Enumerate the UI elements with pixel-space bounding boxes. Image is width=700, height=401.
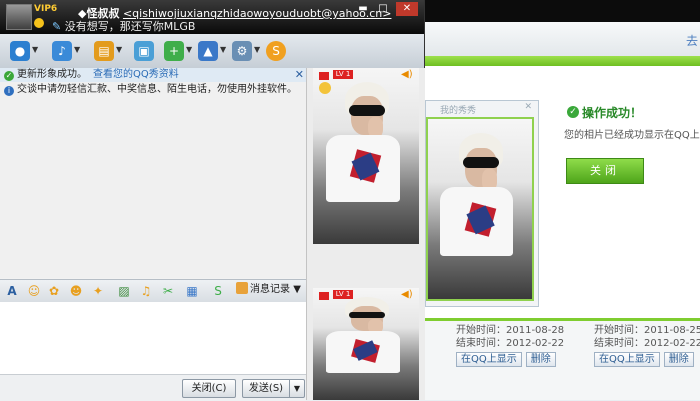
signature-icon: ✎ [52, 20, 62, 33]
music-icon[interactable]: ♫ [138, 283, 154, 299]
video-call-icon: ● [10, 41, 30, 61]
close-icon: ✕ [524, 102, 532, 112]
qq-show-panel: LV 1 ◀) LV 1 ◀) [306, 68, 425, 400]
chat-toolbar: ● ▼ ♪ ▼ ▤ ▼ ▣ + ▼ ▲ ▼ ⚙ ▼ S [0, 34, 424, 69]
close-icon[interactable]: ✕ [396, 2, 418, 16]
info-icon: i [4, 86, 14, 96]
success-panel: ✓ 操作成功！ 您的相片已经成功显示在QQ上! 关闭 [562, 100, 700, 210]
app-tools-button[interactable]: ▲ ▼ [196, 40, 230, 62]
speaker-icon[interactable]: ◀) [401, 290, 413, 300]
soso-icon: S [266, 41, 286, 61]
screenshot-icon[interactable]: ✂ [160, 283, 176, 299]
emoticon-icon[interactable]: ☺ [26, 283, 42, 299]
chevron-down-icon[interactable]: ▼ [220, 45, 226, 54]
soso-button[interactable]: S [264, 40, 298, 62]
crown-icon [34, 18, 44, 28]
hat-icon [319, 292, 329, 300]
qq-chat-window: VIP6 ◆怪叔叔 <qishiwojiuxianqzhidaowoyouduo… [0, 0, 425, 401]
voice-call-button[interactable]: ♪ ▼ [50, 40, 84, 62]
font-icon[interactable]: A [4, 283, 20, 299]
success-description: 您的相片已经成功显示在QQ上! [564, 130, 700, 141]
image-icon[interactable]: ▨ [116, 283, 132, 299]
notice-text: 更新形象成功。 [17, 69, 87, 80]
send-file-button[interactable]: ▤ ▼ [92, 40, 126, 62]
card-start-time: 开始时间：2011-08-25 [594, 325, 700, 336]
chevron-down-icon[interactable]: ▼ [116, 45, 122, 54]
remote-assist-button[interactable]: ▣ [132, 40, 166, 62]
background-nav-bar: 去 [424, 22, 700, 57]
chevron-down-icon[interactable]: ▼ [186, 45, 192, 54]
voice-call-icon: ♪ [52, 41, 72, 61]
create-group-icon: + [164, 41, 184, 61]
wink-icon[interactable]: ☻ [68, 283, 84, 299]
notice-update-success: ✓ 更新形象成功。 查看您的QQ秀资料 ✕ [0, 68, 310, 82]
history-card: 开始时间：2011-08-28 结束时间：2012-02-22 在QQ上显示 删… [456, 324, 576, 374]
speaker-icon[interactable]: ◀) [401, 70, 413, 80]
chevron-down-icon[interactable]: ▼ [254, 45, 260, 54]
check-icon: ✓ [567, 106, 579, 118]
show-on-qq-button[interactable]: 在QQ上显示 [456, 352, 522, 367]
signature-text: 没有想写，那还写你MLGB [64, 20, 196, 33]
message-history[interactable]: ✓ 更新形象成功。 查看您的QQ秀资料 ✕ i 交谈中请勿轻信汇款、中奖信息、陌生电话… [0, 68, 310, 278]
bottom-action-bar: 关闭(C) 发送(S) ▼ [0, 374, 306, 401]
chevron-down-icon[interactable]: ▼ [32, 45, 38, 54]
chevron-down-icon[interactable]: ▼ [293, 284, 301, 295]
card-end-time: 结束时间：2012-02-22 [456, 338, 565, 349]
magic-emoticon-icon[interactable]: ✿ [46, 283, 62, 299]
check-icon: ✓ [4, 71, 14, 81]
level-badge: LV 1 [333, 70, 353, 79]
title-bar[interactable]: VIP6 ◆怪叔叔 <qishiwojiuxianqzhidaowoyouduo… [0, 0, 424, 34]
card-start-time: 开始时间：2011-08-28 [456, 325, 565, 336]
soso-icon[interactable]: S [210, 283, 226, 299]
contact-signature: ✎ 没有想写，那还写你MLGB [52, 18, 195, 34]
green-header-bar [424, 56, 700, 66]
settings-button[interactable]: ⚙ ▼ [230, 40, 264, 62]
minimize-icon[interactable]: ▬ [354, 2, 372, 16]
remote-assist-icon: ▣ [134, 41, 154, 61]
notice-safety-warning: i 交谈中请勿轻信汇款、中奖信息、陌生电话，勿使用外挂软件。 [4, 83, 297, 97]
maximize-icon[interactable]: □ [374, 2, 392, 16]
input-toolbar: A ☺ ✿ ☻ ✦ ▨ ♫ ✂ ▦ S 消息记录 ▼ [0, 279, 306, 303]
delete-button[interactable]: 删除 [663, 352, 694, 367]
close-button[interactable]: 关闭(C) [182, 379, 236, 398]
message-input[interactable] [0, 302, 306, 374]
dragged-photo-window: 我的秀秀 ✕ [425, 100, 539, 307]
show-on-qq-button[interactable]: 在QQ上显示 [594, 352, 660, 367]
message-history-button[interactable]: 消息记录 ▼ [236, 282, 301, 298]
history-icon [236, 282, 248, 294]
close-icon[interactable]: ✕ [295, 68, 304, 82]
emoticon-icon [319, 82, 331, 94]
contact-qq-show-photo[interactable]: LV 1 ◀) [313, 68, 419, 244]
qq-show-profile-link[interactable]: 查看您的QQ秀资料 [93, 69, 179, 80]
my-qq-show-photo[interactable]: LV 1 ◀) [313, 288, 419, 400]
history-card: 开始时间：2011-08-25 结束时间：2012-02-22 在QQ上显示 删… [594, 324, 700, 374]
ghost-window-title: 我的秀秀 [440, 106, 477, 116]
vip-badge: VIP6 [34, 4, 58, 14]
video-call-button[interactable]: ● ▼ [8, 40, 42, 62]
avatar[interactable] [6, 4, 32, 30]
settings-icon: ⚙ [232, 41, 252, 61]
chat-mode-icon[interactable]: ▦ [184, 283, 200, 299]
send-button[interactable]: 发送(S) [242, 379, 290, 398]
delete-button[interactable]: 删除 [525, 352, 556, 367]
history-label: 消息记录 [250, 284, 290, 295]
shake-icon[interactable]: ✦ [90, 283, 106, 299]
ghost-photo [426, 117, 534, 301]
hat-icon [319, 72, 329, 80]
success-title: 操作成功！ [582, 106, 643, 120]
success-close-button[interactable]: 关闭 [566, 158, 644, 184]
nav-link[interactable]: 去 [686, 32, 698, 49]
app-tools-icon: ▲ [198, 41, 218, 61]
chevron-down-icon[interactable]: ▼ [289, 379, 305, 398]
card-end-time: 结束时间：2012-02-22 [594, 338, 700, 349]
send-file-icon: ▤ [94, 41, 114, 61]
notice-text: 交谈中请勿轻信汇款、中奖信息、陌生电话，勿使用外挂软件。 [17, 84, 297, 95]
level-badge: LV 1 [333, 290, 353, 299]
create-group-button[interactable]: + ▼ [162, 40, 196, 62]
chevron-down-icon[interactable]: ▼ [74, 45, 80, 54]
